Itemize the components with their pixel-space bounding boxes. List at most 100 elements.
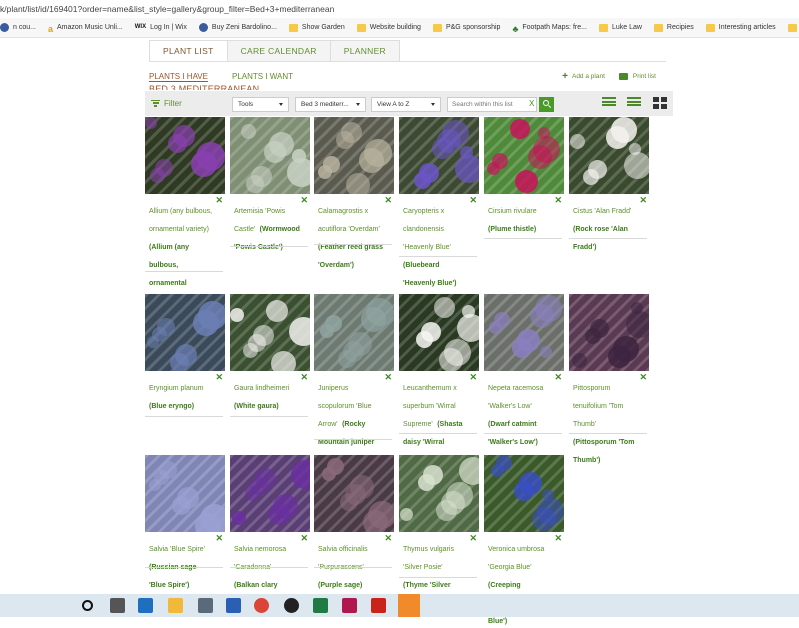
print-list-button[interactable]: Print list [618,71,656,82]
plant-card[interactable]: Cirsium rivulare (Plume thistle) ✕ [484,117,564,239]
list-view-icon[interactable] [602,97,616,109]
bookmark-item[interactable]: Luke Law [598,23,642,32]
clear-search-button[interactable]: X [529,99,534,108]
bookmark-item[interactable]: WIX Log In | Wix [135,24,187,32]
plant-card[interactable]: Salvia nemorosa 'Caradonna' (Balkan clar… [230,455,310,610]
remove-plant-icon[interactable]: ✕ [300,373,308,382]
remove-plant-icon[interactable]: ✕ [554,196,562,205]
plant-card[interactable]: Cistus 'Alan Fradd' (Rock rose 'Alan Fra… [569,117,649,254]
bookmark-item[interactable]: Interesting articles [705,23,776,32]
bookmark-item[interactable]: Website building [356,23,421,32]
plant-photo[interactable] [569,117,649,194]
remove-plant-icon[interactable]: ✕ [215,373,223,382]
remove-plant-icon[interactable]: ✕ [215,534,223,543]
plant-photo[interactable] [314,294,394,371]
plant-photo[interactable] [314,455,394,532]
plant-photo[interactable] [314,117,394,194]
plant-common-name[interactable]: (Pittosporum 'Tom Thumb') [573,439,634,464]
plant-photo[interactable] [145,455,225,532]
plant-card[interactable]: Juniperus scopulorum 'Blue Arrow' (Rocky… [314,294,394,467]
outlook-icon[interactable] [138,598,153,613]
plant-card[interactable]: Allium (any bulbous, ornamental variety)… [145,117,225,308]
bookmark-item[interactable]: House- [787,23,799,32]
plant-common-name[interactable]: (Blue eryngo) [149,403,194,410]
plant-card[interactable]: Artemisia 'Powis Castle' (Wormwood 'Powi… [230,117,310,254]
plant-photo[interactable] [230,117,310,194]
tools-dropdown[interactable]: Tools [232,97,289,112]
detail-view-icon[interactable] [627,97,641,109]
indesign-icon[interactable] [342,598,357,613]
bookmark-item[interactable]: Buy Zeni Bardolino... [198,23,277,32]
plant-card[interactable]: Eryngium planum (Blue eryngo) ✕ [145,294,225,417]
plant-common-name[interactable]: (Plume thistle) [488,226,536,233]
plant-latin-name[interactable]: Eryngium planum [149,385,203,392]
remove-plant-icon[interactable]: ✕ [469,534,477,543]
remove-plant-icon[interactable]: ✕ [384,196,392,205]
bookmark-item[interactable]: a Amazon Music Unli... [48,24,123,34]
remove-plant-icon[interactable]: ✕ [469,196,477,205]
search-input[interactable] [447,97,537,112]
sort-dropdown[interactable]: View A to Z [371,97,441,112]
plant-card[interactable]: Nepeta racemosa 'Walker's Low' (Dwarf ca… [484,294,564,449]
filter-button[interactable]: Filter [151,98,182,108]
bookmark-item[interactable]: P&G sponsorship [432,23,500,32]
plant-photo[interactable] [399,294,479,371]
plant-latin-name[interactable]: Pittosporum tenuifolium 'Tom Thumb' [573,385,623,428]
plant-photo[interactable] [230,294,310,371]
plant-card[interactable]: Calamagrostis x acutiflora 'Overdam' (Fe… [314,117,394,272]
plant-photo[interactable] [399,455,479,532]
remove-plant-icon[interactable]: ✕ [300,196,308,205]
plant-latin-name[interactable]: Veronica umbrosa 'Georgia Blue' [488,546,544,571]
remove-plant-icon[interactable]: ✕ [469,373,477,382]
plant-photo[interactable] [145,294,225,371]
plant-latin-name[interactable]: Gaura lindheimeri [234,385,289,392]
plant-common-name[interactable]: (Purple sage) [318,582,362,589]
plant-photo[interactable] [145,117,225,194]
plant-latin-name[interactable]: Cirsium rivulare [488,208,537,215]
plant-latin-name[interactable]: Thymus vulgaris 'Silver Posie' [403,546,454,571]
remove-plant-icon[interactable]: ✕ [639,196,647,205]
plant-photo[interactable] [484,294,564,371]
bookmark-item[interactable]: Recipies [653,23,694,32]
add-plant-button[interactable]: + Add a plant [562,71,605,82]
gallery-view-icon[interactable] [653,97,667,109]
plant-photo[interactable] [484,117,564,194]
plant-latin-name[interactable]: Salvia 'Blue Spire' [149,546,205,553]
tab-plant-list[interactable]: PLANT LIST [149,40,228,62]
plant-common-name[interactable]: (White gaura) [234,403,279,410]
remove-plant-icon[interactable]: ✕ [215,196,223,205]
remove-plant-icon[interactable]: ✕ [639,373,647,382]
calculator-icon[interactable] [198,598,213,613]
plant-photo[interactable] [399,117,479,194]
app-icon[interactable] [398,594,420,617]
plant-latin-name[interactable]: Nepeta racemosa 'Walker's Low' [488,385,543,410]
excel-icon[interactable] [313,598,328,613]
tab-planner[interactable]: PLANNER [329,40,400,62]
address-bar[interactable]: k/plant/list/id/169401?order=name&list_s… [0,0,799,18]
vectorworks-icon[interactable] [284,598,299,613]
bookmark-item[interactable]: ♣ Footpath Maps: fre... [512,24,587,34]
plant-photo[interactable] [230,455,310,532]
plant-photo[interactable] [569,294,649,371]
plant-latin-name[interactable]: Allium (any bulbous, ornamental variety) [149,208,212,233]
file-explorer-icon[interactable] [168,598,183,613]
word-icon[interactable] [226,598,241,613]
tab-care-calendar[interactable]: CARE CALENDAR [226,40,331,62]
plant-latin-name[interactable]: Caryopteris x clandonensis 'Heavenly Blu… [403,208,451,251]
remove-plant-icon[interactable]: ✕ [384,373,392,382]
remove-plant-icon[interactable]: ✕ [384,534,392,543]
plant-photo[interactable] [484,455,564,532]
plant-latin-name[interactable]: Cistus 'Alan Fradd' [573,208,631,215]
task-view-icon[interactable] [110,598,125,613]
plant-card[interactable]: Caryopteris x clandonensis 'Heavenly Blu… [399,117,479,290]
plant-latin-name[interactable]: Calamagrostis x acutiflora 'Overdam' [318,208,380,233]
plant-card[interactable]: Pittosporum tenuifolium 'Tom Thumb' (Pit… [569,294,649,467]
plant-common-name[interactable]: (Bluebeard 'Heavenly Blue') [403,262,457,287]
plants-i-want-link[interactable]: PLANTS I WANT [232,72,293,82]
remove-plant-icon[interactable]: ✕ [554,373,562,382]
plant-card[interactable]: Salvia 'Blue Spire' (Russian sage 'Blue … [145,455,225,592]
plant-common-name[interactable]: (Feather reed grass 'Overdam') [318,244,383,269]
plants-i-have-link[interactable]: PLANTS I HAVE [149,72,208,82]
remove-plant-icon[interactable]: ✕ [300,534,308,543]
chrome-icon[interactable] [254,598,269,613]
